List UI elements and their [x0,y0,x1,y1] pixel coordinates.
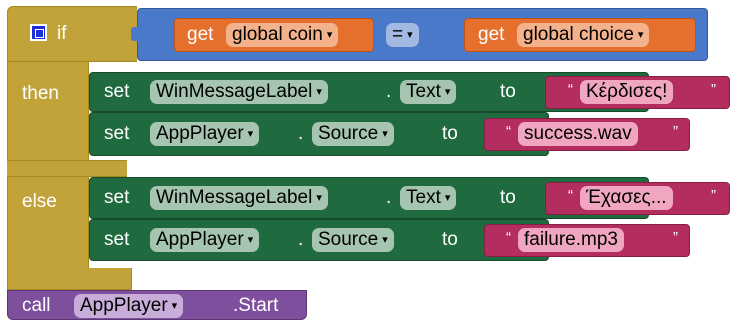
call-keyword: call [22,295,51,316]
chevron-down-icon: ▾ [444,192,451,204]
set-keyword: set [104,229,130,250]
variable-dropdown-choice[interactable]: global choice ▾ [517,23,650,47]
component-name: AppPlayer [156,229,244,250]
if-block-else-bar [7,160,127,177]
dot-separator: . [386,187,392,208]
chevron-down-icon: ▾ [316,192,322,204]
to-keyword: to [500,187,516,208]
close-quote-icon: ” [711,187,716,204]
component-dropdown[interactable]: AppPlayer ▾ [150,228,260,252]
get-keyword: get [478,24,505,45]
component-name: WinMessageLabel [156,187,313,208]
property-name: Source [318,229,379,250]
set-keyword: set [104,81,130,102]
variable-dropdown-coin[interactable]: global coin ▾ [226,23,339,47]
set-keyword: set [104,123,130,144]
text-value[interactable]: Έχασες... [580,186,673,210]
chevron-down-icon: ▾ [247,128,254,140]
variable-name: global choice [523,24,634,45]
to-keyword: to [442,123,458,144]
open-quote-icon: “ [568,81,573,98]
component-dropdown[interactable]: WinMessageLabel ▾ [150,80,328,104]
property-dropdown[interactable]: Text ▾ [400,186,457,210]
operator-symbol: = [392,24,404,45]
then-keyword: then [22,83,59,104]
open-quote-icon: “ [506,123,511,140]
component-name: AppPlayer [80,295,168,316]
close-quote-icon: ” [673,123,678,140]
property-name: Text [406,187,441,208]
dot-separator: . [298,229,304,250]
close-quote-icon: ” [673,229,678,246]
text-value[interactable]: success.wav [518,122,638,146]
open-quote-icon: “ [506,229,511,246]
component-dropdown[interactable]: WinMessageLabel ▾ [150,186,328,210]
chevron-down-icon: ▾ [637,29,644,41]
mutator-gear-icon[interactable] [30,24,47,41]
chevron-down-icon: ▾ [407,29,413,41]
chevron-down-icon: ▾ [444,86,451,98]
if-keyword: if [57,23,67,44]
dot-separator: . [298,123,304,144]
variable-name: global coin [232,24,323,45]
property-dropdown[interactable]: Source ▾ [312,122,394,146]
else-keyword: else [22,191,57,212]
dot-separator: . [386,81,392,102]
set-keyword: set [104,187,130,208]
chevron-down-icon: ▾ [247,234,254,246]
component-name: AppPlayer [156,123,244,144]
operator-dropdown[interactable]: = ▾ [386,23,419,47]
if-block[interactable] [7,6,137,62]
component-dropdown[interactable]: AppPlayer ▾ [150,122,260,146]
chevron-down-icon: ▾ [382,128,388,140]
text-value[interactable]: Κέρδισες! [580,80,674,104]
chevron-down-icon: ▾ [326,29,333,41]
chevron-down-icon: ▾ [316,86,322,98]
if-block-bottom [7,268,132,290]
to-keyword: to [442,229,458,250]
text-value[interactable]: failure.mp3 [518,228,624,252]
chevron-down-icon: ▾ [382,234,388,246]
property-dropdown[interactable]: Text ▾ [400,80,457,104]
to-keyword: to [500,81,516,102]
get-keyword: get [187,24,214,45]
chevron-down-icon: ▾ [171,300,178,312]
property-dropdown[interactable]: Source ▾ [312,228,394,252]
close-quote-icon: ” [711,81,716,98]
component-dropdown[interactable]: AppPlayer ▾ [74,294,184,318]
property-name: Source [318,123,379,144]
method-name: .Start [233,295,279,316]
open-quote-icon: “ [568,187,573,204]
property-name: Text [406,81,441,102]
component-name: WinMessageLabel [156,81,313,102]
